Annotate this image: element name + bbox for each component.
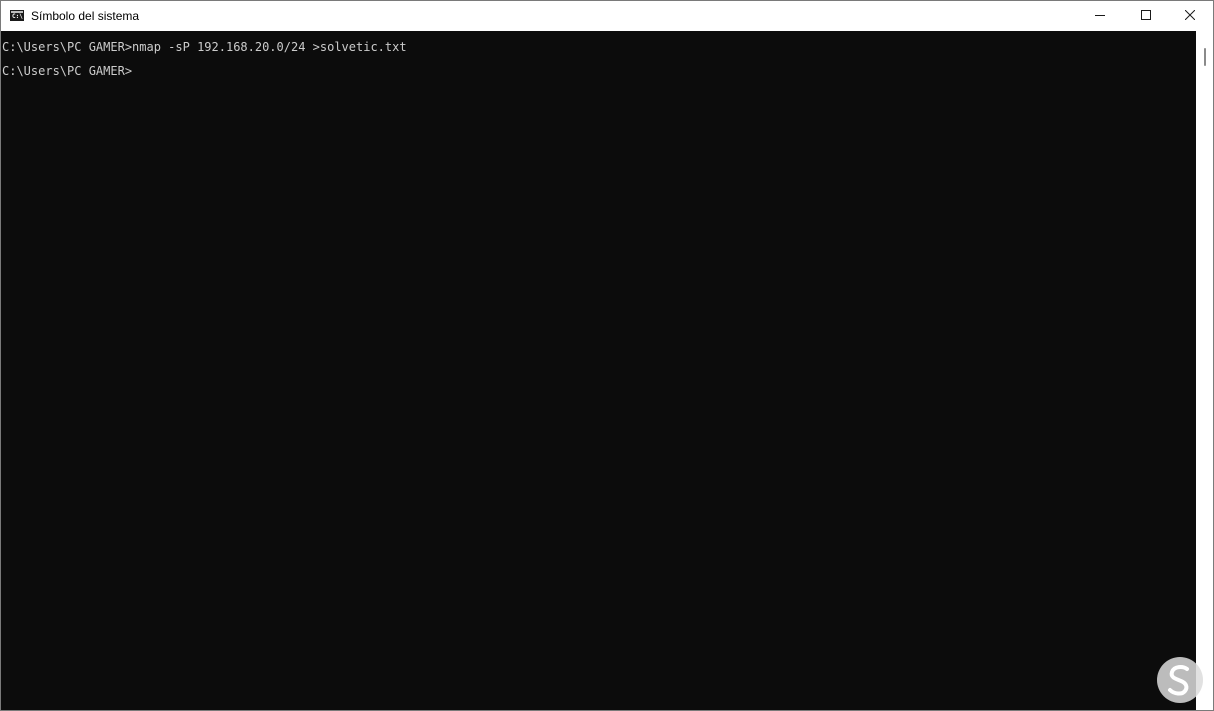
close-icon — [1185, 10, 1195, 20]
console-output[interactable]: C:\Users\PC GAMER>nmap -sP 192.168.20.0/… — [1, 31, 1196, 710]
watermark-logo — [1157, 657, 1203, 703]
close-button[interactable] — [1167, 1, 1213, 31]
command-prompt-window: C:\ Símbolo del sistema C:\Users\PC GAME… — [0, 0, 1214, 711]
console-line-command: C:\Users\PC GAMER>nmap -sP 192.168.20.0/… — [2, 40, 407, 54]
minimize-button[interactable] — [1077, 1, 1123, 31]
console-line-prompt: C:\Users\PC GAMER> — [2, 64, 133, 78]
window-title: Símbolo del sistema — [31, 9, 140, 23]
scrollbar-thumb[interactable] — [1204, 48, 1206, 66]
cmd-icon: C:\ — [10, 10, 24, 21]
title-bar[interactable]: C:\ Símbolo del sistema — [1, 1, 1213, 31]
maximize-button[interactable] — [1123, 1, 1169, 31]
vertical-scrollbar[interactable] — [1196, 31, 1213, 710]
